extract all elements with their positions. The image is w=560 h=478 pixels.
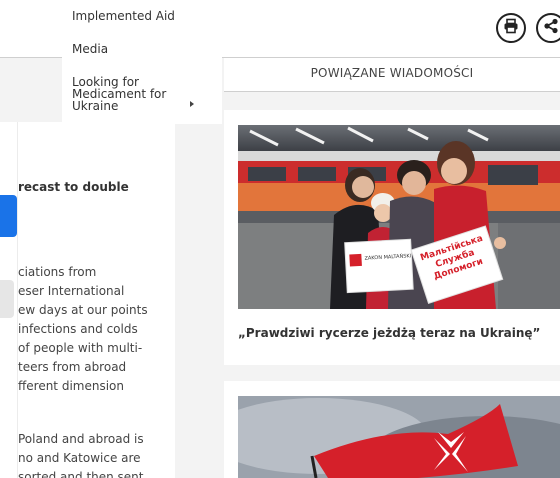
menu-item-medicament-ukraine[interactable]: Looking for Medicament for Ukraine bbox=[72, 76, 192, 112]
article-paragraph-2: Poland and abroad is no and Katowice are… bbox=[18, 430, 178, 478]
article-line: Poland and abroad is bbox=[18, 432, 144, 446]
article-line: sorted and then sent bbox=[18, 470, 144, 478]
article-line: ciations from bbox=[18, 265, 97, 279]
maltese-flag-photo[interactable] bbox=[238, 396, 560, 478]
article-line: of people with multi- bbox=[18, 341, 143, 355]
article-side-element bbox=[0, 280, 14, 318]
article-line: ew days at our points bbox=[18, 303, 148, 317]
print-button[interactable] bbox=[496, 13, 526, 43]
related-heading-divider bbox=[224, 91, 560, 92]
related-news-title[interactable]: „Prawdziwi rycerze jeżdżą teraz na Ukrai… bbox=[238, 326, 560, 340]
share-icon bbox=[543, 18, 559, 38]
article-line: fferent dimension bbox=[18, 379, 124, 393]
article-action-button[interactable] bbox=[0, 195, 17, 237]
related-news-heading: POWIĄZANE WIADOMOŚCI bbox=[310, 66, 474, 80]
printer-icon bbox=[503, 18, 519, 38]
article-line: no and Katowice are bbox=[18, 451, 141, 465]
article-line: eser International bbox=[18, 284, 125, 298]
menu-item-media[interactable]: Media bbox=[72, 43, 108, 55]
share-button[interactable] bbox=[536, 13, 560, 43]
article-line: infections and colds bbox=[18, 322, 138, 336]
chevron-right-icon bbox=[190, 101, 194, 107]
article-paragraph-1: ciations from eser International ew days… bbox=[18, 263, 178, 396]
article-line: teers from abroad bbox=[18, 360, 127, 374]
article-lead-title: recast to double bbox=[18, 180, 129, 194]
menu-item-implemented-aid[interactable]: Implemented Aid bbox=[72, 10, 175, 22]
volunteers-at-train-photo[interactable]: ZAKON MALTAŃSKI Мальтійська Служба Допом… bbox=[238, 125, 560, 309]
